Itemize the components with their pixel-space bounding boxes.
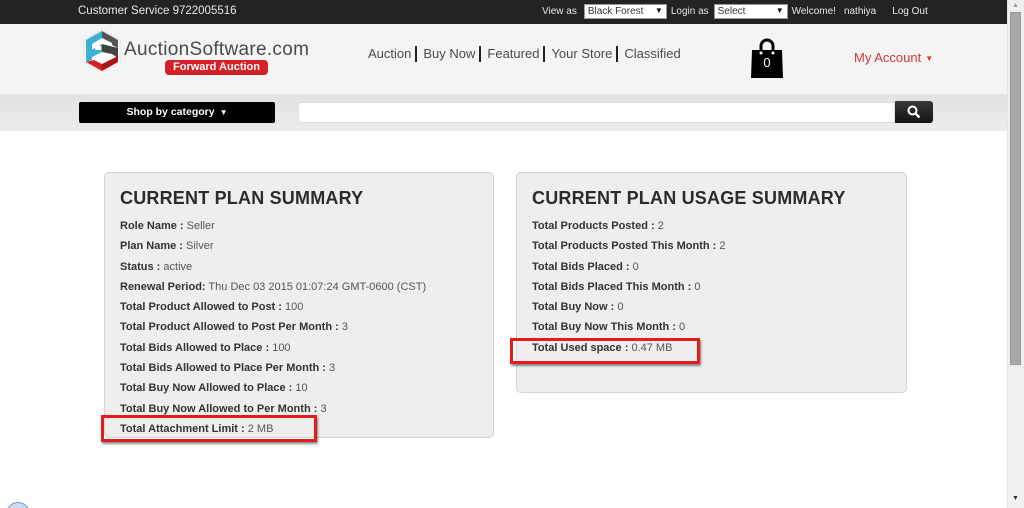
row-value: 3 [325,362,336,375]
row-value: 0 [629,260,639,273]
row-value: active [160,260,193,273]
row-label: Total Bids Allowed to Place Per Month : [120,362,326,375]
row-label: Total Product Allowed to Post Per Month … [120,321,339,334]
login-as-select[interactable]: Select ▼ [713,4,788,19]
summary-row: Status : active [120,259,426,279]
row-value: Thu Dec 03 2015 01:07:24 GMT-0600 (CST) [205,280,427,293]
search-input[interactable] [298,102,895,123]
summary-row: Total Product Allowed to Post : 100 [120,299,426,319]
row-label: Total Bids Placed This Month : [532,280,692,293]
login-as-value: Select [717,6,746,17]
top-bar: Customer Service 9722005516 View as Blac… [0,0,1007,24]
nav-item-your-store[interactable]: Your Store [551,46,619,62]
my-account-dropdown[interactable]: My Account ▼ [854,50,933,65]
chevron-down-icon: ▼ [775,6,784,15]
logo-mark-icon [83,29,121,73]
row-label: Total Buy Now : [532,301,615,314]
row-value: Silver [182,240,214,253]
summary-row: Total Buy Now This Month : 0 [532,319,726,339]
highlight-box-attachment-limit [101,415,317,442]
caret-down-icon: ▼ [925,54,934,64]
my-account-label: My Account [854,50,922,65]
row-label: Total Product Allowed to Post : [120,301,282,314]
cart-button[interactable]: 0 [750,38,784,78]
summary-row: Total Product Allowed to Post Per Month … [120,319,426,339]
main-nav: Auction Buy Now Featured Your Store Clas… [368,46,691,62]
caret-down-icon: ▼ [219,108,228,117]
shop-by-category-button[interactable]: Shop by category ▼ [79,102,275,123]
view-as-value: Black Forest [587,6,644,17]
row-label: Total Products Posted : [532,220,655,232]
row-value: 0 [691,280,701,293]
current-plan-summary-panel: CURRENT PLAN SUMMARY Role Name : Seller P… [104,172,494,438]
view-as-label: View as [542,6,577,17]
row-label: Role Name : [120,220,184,232]
chevron-down-icon: ▼ [654,6,663,15]
site-logo[interactable]: AuctionSoftware.com Forward Auction [82,28,322,78]
logo-badge: Forward Auction [165,60,268,75]
logo-text: AuctionSoftware.com [124,39,310,60]
row-value: 100 [281,301,304,314]
row-label: Total Buy Now Allowed to Per Month : [120,402,318,415]
row-value: 3 [317,402,327,415]
customer-service-phone: Customer Service 9722005516 [78,5,237,17]
row-label: Plan Name : [120,240,183,253]
summary-row: Total Buy Now Allowed to Place : 10 [120,380,426,400]
search-icon [907,105,921,119]
row-label: Total Buy Now This Month : [532,321,676,334]
cart-count: 0 [763,55,771,70]
chat-widget-icon[interactable] [6,502,30,508]
summary-row: Role Name : Seller [120,218,426,238]
row-label: Total Products Posted This Month : [532,240,717,253]
row-label: Total Bids Allowed to Place : [120,341,270,354]
summary-row: Total Bids Placed : 0 [532,259,726,279]
plan-summary-rows: Role Name : Seller Plan Name : Silver Stat… [120,218,426,441]
username-link[interactable]: nathiya [844,6,876,17]
search-button[interactable] [895,101,933,123]
row-value: 100 [269,341,291,354]
nav-item-auction[interactable]: Auction [368,46,418,62]
row-value: 2 [716,240,726,253]
logout-link[interactable]: Log Out [892,6,928,17]
search-band: Shop by category ▼ [0,94,1007,131]
summary-row: Total Bids Allowed to Place Per Month : … [120,360,426,380]
row-value: 2 [654,220,664,232]
row-label: Total Bids Placed : [532,260,630,273]
view-as-select[interactable]: Black Forest ▼ [583,4,667,19]
row-label: Status : [120,260,161,273]
row-value: 10 [292,382,308,395]
summary-row: Plan Name : Silver [120,238,426,258]
row-label: Renewal Period: [120,280,206,293]
row-value: 0 [676,321,686,334]
row-value: 0 [614,301,624,314]
welcome-text: Welcome! [791,6,836,17]
usage-summary-title: CURRENT PLAN USAGE SUMMARY [532,188,846,208]
scroll-up-arrow-icon[interactable]: ▲ [1012,2,1019,9]
vertical-scrollbar[interactable]: ▲ ▼ [1007,0,1024,508]
highlight-box-used-space [510,338,700,364]
login-as-label: Login as [670,6,709,17]
summary-row: Total Products Posted This Month : 2 [532,238,726,258]
scrollbar-thumb[interactable] [1010,12,1021,365]
site-header: AuctionSoftware.com Forward Auction Auct… [0,24,1007,94]
shop-by-category-label: Shop by category [126,106,215,118]
row-label: Total Buy Now Allowed to Place : [120,382,293,395]
summary-row: Total Bids Placed This Month : 0 [532,279,726,299]
row-value: 3 [338,321,348,334]
summary-row: Total Bids Allowed to Place : 100 [120,340,426,360]
scroll-down-arrow-icon[interactable]: ▼ [1012,495,1019,502]
summary-row: Total Buy Now : 0 [532,299,726,319]
nav-item-classified[interactable]: Classified [624,46,684,62]
nav-item-buy-now[interactable]: Buy Now [423,46,482,62]
top-bar-controls: View as Black Forest ▼ Login as Select ▼… [542,4,928,19]
summary-row: Total Products Posted : 2 [532,218,726,238]
summary-row: Renewal Period: Thu Dec 03 2015 01:07:24… [120,279,426,299]
plan-summary-title: CURRENT PLAN SUMMARY [120,188,364,208]
row-value: Seller [183,220,215,232]
nav-item-featured[interactable]: Featured [487,46,546,62]
